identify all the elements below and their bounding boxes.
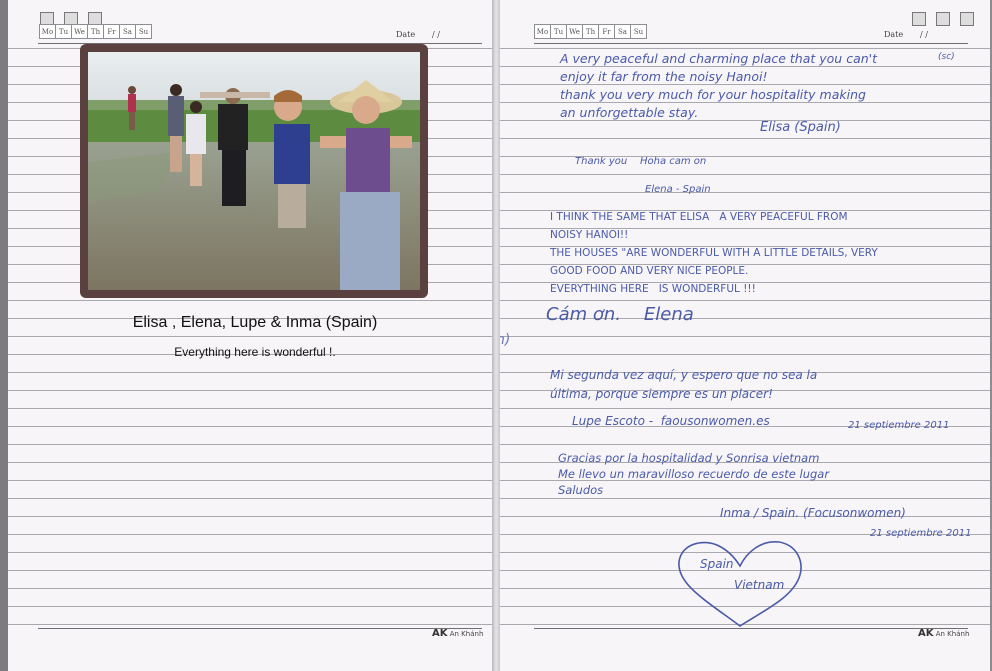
guestbook-entry-5: Gracias por la hospitalidad y Sonrisa vi… — [558, 451, 830, 497]
brand-logo: AK An Khánh — [918, 628, 969, 639]
weekday-box: Fr — [103, 24, 120, 39]
guestbook-entry-1: A very peaceful and charming place that … — [560, 51, 877, 120]
guestbook-entry-4: Mi segunda vez aquí, y espero que no sea… — [550, 368, 818, 401]
square-icon — [960, 12, 974, 26]
weekday-box: Su — [630, 24, 647, 39]
date-label: Date — [884, 30, 904, 39]
heart-text-1: Spain — [700, 557, 734, 571]
entry-4-signature: Lupe Escoto - faousonwomen.es — [572, 414, 770, 428]
header-rule — [534, 43, 968, 44]
weekday-box: Tu — [55, 24, 72, 39]
weekday-box: Fr — [598, 24, 615, 39]
guestbook-entry-2: Thank you Hoha cam on — [575, 156, 707, 167]
weekday-box: Su — [135, 24, 152, 39]
logo-sub: An Khánh — [935, 630, 970, 638]
photo-caption-title: Elisa , Elena, Lupe & Inma (Spain) — [132, 314, 378, 331]
guestbook-entry-3: I THINK THE SAME THAT ELISA A VERY PEACE… — [550, 211, 878, 295]
right-top-icons — [912, 12, 974, 26]
weekday-box: Sa — [614, 24, 631, 39]
logo-sub: An Khánh — [449, 630, 484, 638]
weekday-box: Th — [582, 24, 599, 39]
entry-2-signature: Elena - Spain — [645, 184, 711, 195]
square-icon — [912, 12, 926, 26]
notebook-spread: Mo Tu We Th Fr Sa Su Date / / Elisa , El… — [0, 0, 992, 671]
entry-5-date: 21 septiembre 2011 — [870, 528, 972, 539]
square-icon — [936, 12, 950, 26]
weekday-box: Th — [87, 24, 104, 39]
weekday-box: Mo — [39, 24, 56, 39]
weekday-box: We — [71, 24, 88, 39]
entry-1-signature: Elisa (Spain) — [760, 120, 841, 135]
weekday-box: Tu — [550, 24, 567, 39]
right-weekday-boxes: Mo Tu We Th Fr Sa Su — [534, 24, 647, 39]
date-slashes: / / — [920, 30, 928, 39]
entry-3-signature: Cám ơn. Elena — [546, 304, 694, 325]
left-weekday-boxes: Mo Tu We Th Fr Sa Su — [39, 24, 152, 39]
entry-1-note: (sc) — [938, 52, 955, 62]
heart-text-2: Vietnam — [734, 578, 785, 592]
date-slashes: / / — [432, 30, 440, 39]
photo-caption-text: Everything here is wonderful !. — [174, 345, 336, 359]
bottom-rule — [38, 628, 482, 629]
brand-logo: AK An Khánh — [432, 628, 483, 639]
book-gutter — [492, 0, 500, 671]
date-label: Date — [396, 30, 416, 39]
logo-mark: AK — [918, 628, 934, 639]
entry-5-signature: Inma / Spain. (Focusonwomen) — [720, 506, 906, 520]
entry-4-date: 21 septiembre 2011 — [848, 420, 950, 431]
weekday-box: We — [566, 24, 583, 39]
weekday-box: Mo — [534, 24, 551, 39]
weekday-box: Sa — [119, 24, 136, 39]
travel-photo — [88, 52, 420, 290]
photo-frame — [80, 44, 428, 298]
logo-mark: AK — [432, 628, 448, 639]
